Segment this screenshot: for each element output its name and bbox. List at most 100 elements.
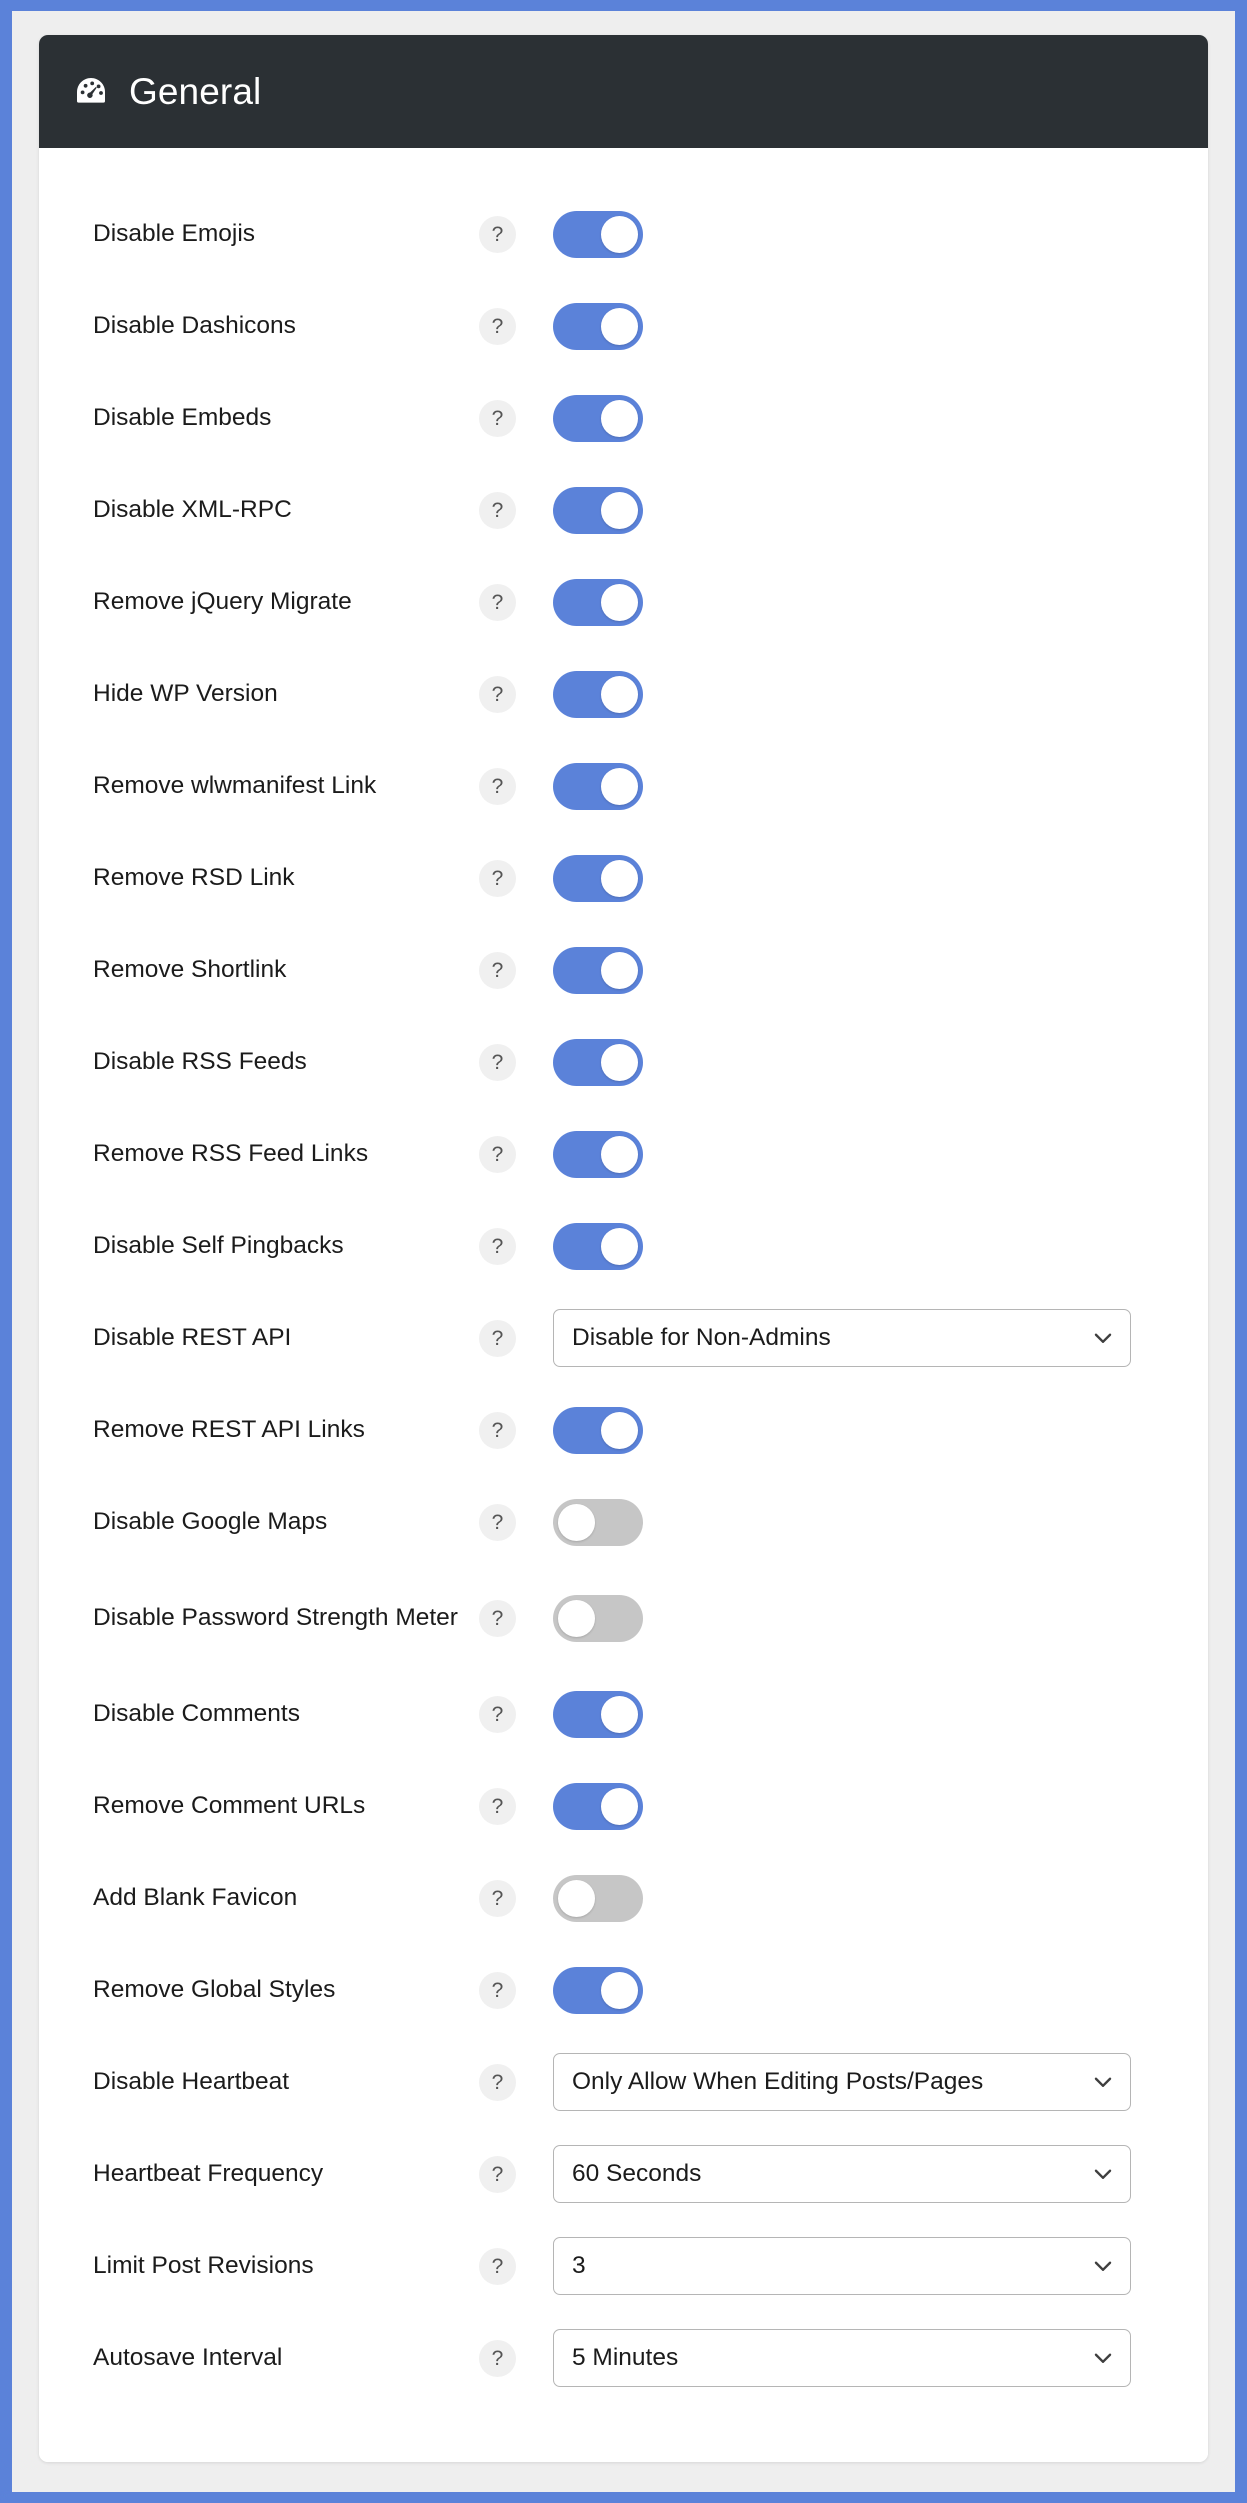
help-icon[interactable]: ?: [479, 399, 516, 437]
help-icon[interactable]: ?: [479, 1971, 516, 2009]
setting-toggle[interactable]: [553, 1498, 643, 1546]
toggle-knob: [601, 215, 638, 253]
setting-label: Remove RSS Feed Links: [93, 1140, 369, 1168]
help-icon[interactable]: ?: [479, 859, 516, 897]
chevron-down-icon: [1094, 2261, 1112, 2271]
select-value: 3: [572, 2252, 586, 2279]
toggle-knob: [558, 1879, 595, 1917]
setting-label: Autosave Interval: [93, 2344, 283, 2372]
setting-toggle[interactable]: [553, 670, 643, 718]
setting-toggle[interactable]: [553, 394, 643, 442]
help-icon[interactable]: ?: [479, 215, 516, 253]
setting-select[interactable]: Disable for Non-Admins: [553, 1309, 1131, 1367]
setting-select[interactable]: 3: [553, 2237, 1131, 2295]
help-icon[interactable]: ?: [479, 1879, 516, 1917]
setting-toggle[interactable]: [553, 1966, 643, 2014]
help-icon[interactable]: ?: [479, 1411, 516, 1449]
setting-label: Remove Comment URLs: [93, 1792, 366, 1820]
page-title: General: [129, 71, 262, 112]
toggle-knob: [601, 675, 638, 713]
toggle-knob: [601, 491, 638, 529]
setting-select[interactable]: Only Allow When Editing Posts/Pages: [553, 2053, 1131, 2111]
setting-label: Disable XML-RPC: [93, 496, 292, 524]
setting-label: Hide WP Version: [93, 680, 278, 708]
help-icon[interactable]: ?: [479, 583, 516, 621]
setting-toggle[interactable]: [553, 1130, 643, 1178]
setting-label: Disable Dashicons: [93, 312, 296, 340]
setting-row: Limit Post Revisions? 3: [39, 2220, 1208, 2312]
setting-toggle[interactable]: [553, 1690, 643, 1738]
help-icon[interactable]: ?: [479, 1043, 516, 1081]
setting-label: Disable Emojis: [93, 220, 256, 248]
chevron-down-icon: [1094, 1333, 1112, 1343]
setting-row: Hide WP Version?: [39, 648, 1208, 740]
toggle-knob: [601, 1695, 638, 1733]
toggle-knob: [558, 1599, 595, 1637]
toggle-knob: [601, 859, 638, 897]
help-icon[interactable]: ?: [479, 675, 516, 713]
setting-label: Disable RSS Feeds: [93, 1048, 307, 1076]
setting-toggle[interactable]: [553, 302, 643, 350]
help-icon[interactable]: ?: [479, 1319, 516, 1357]
setting-row: Disable Password Strength Meter?: [39, 1568, 1208, 1668]
setting-label: Remove RSD Link: [93, 864, 295, 892]
setting-label: Disable Comments: [93, 1700, 300, 1728]
toggle-knob: [601, 951, 638, 989]
card-header: General: [39, 35, 1208, 148]
setting-row: Autosave Interval? 5 Minutes: [39, 2312, 1208, 2404]
setting-select[interactable]: 60 Seconds: [553, 2145, 1131, 2203]
toggle-knob: [601, 1787, 638, 1825]
setting-row: Disable Dashicons?: [39, 280, 1208, 372]
select-value: Only Allow When Editing Posts/Pages: [572, 2068, 984, 2095]
help-icon[interactable]: ?: [479, 1599, 516, 1637]
toggle-knob: [601, 1227, 638, 1265]
help-icon[interactable]: ?: [479, 1787, 516, 1825]
help-icon[interactable]: ?: [479, 2247, 516, 2285]
help-icon[interactable]: ?: [479, 491, 516, 529]
setting-toggle[interactable]: [553, 486, 643, 534]
setting-toggle[interactable]: [553, 210, 643, 258]
select-value: 5 Minutes: [572, 2344, 679, 2371]
setting-toggle[interactable]: [553, 578, 643, 626]
setting-select[interactable]: 5 Minutes: [553, 2329, 1131, 2387]
setting-row: Remove jQuery Migrate?: [39, 556, 1208, 648]
setting-row: Remove Shortlink?: [39, 924, 1208, 1016]
settings-card: General Disable Emojis? Disable Dashicons…: [39, 35, 1208, 2462]
setting-toggle[interactable]: [553, 1594, 643, 1642]
setting-toggle[interactable]: [553, 1222, 643, 1270]
select-value: Disable for Non-Admins: [572, 1324, 831, 1351]
help-icon[interactable]: ?: [479, 767, 516, 805]
setting-toggle[interactable]: [553, 1874, 643, 1922]
help-icon[interactable]: ?: [479, 1695, 516, 1733]
help-icon[interactable]: ?: [479, 2063, 516, 2101]
setting-label: Disable Self Pingbacks: [93, 1232, 344, 1260]
setting-toggle[interactable]: [553, 1038, 643, 1086]
help-icon[interactable]: ?: [479, 1227, 516, 1265]
toggle-knob: [601, 307, 638, 345]
help-icon[interactable]: ?: [479, 2155, 516, 2193]
setting-toggle[interactable]: [553, 1406, 643, 1454]
help-icon[interactable]: ?: [479, 307, 516, 345]
setting-label: Remove Shortlink: [93, 956, 287, 984]
setting-label: Disable Heartbeat: [93, 2068, 290, 2096]
speedometer-icon: [77, 77, 105, 103]
setting-toggle[interactable]: [553, 946, 643, 994]
setting-toggle[interactable]: [553, 762, 643, 810]
setting-row: Disable Heartbeat? Only Allow When Editin…: [39, 2036, 1208, 2128]
setting-row: Remove wlwmanifest Link?: [39, 740, 1208, 832]
setting-toggle[interactable]: [553, 1782, 643, 1830]
help-icon[interactable]: ?: [479, 2339, 516, 2377]
setting-row: Add Blank Favicon?: [39, 1852, 1208, 1944]
chevron-down-icon: [1094, 2077, 1112, 2087]
chevron-down-icon: [1094, 2353, 1112, 2363]
help-icon[interactable]: ?: [479, 1503, 516, 1541]
setting-label: Add Blank Favicon: [93, 1884, 298, 1912]
toggle-knob: [601, 583, 638, 621]
setting-label: Disable REST API: [93, 1324, 292, 1352]
setting-row: Disable Embeds?: [39, 372, 1208, 464]
help-icon[interactable]: ?: [479, 1135, 516, 1173]
help-icon[interactable]: ?: [479, 951, 516, 989]
setting-toggle[interactable]: [553, 854, 643, 902]
setting-row: Disable XML-RPC?: [39, 464, 1208, 556]
settings-list: Disable Emojis? Disable Dashicons? Disable…: [39, 148, 1208, 2462]
